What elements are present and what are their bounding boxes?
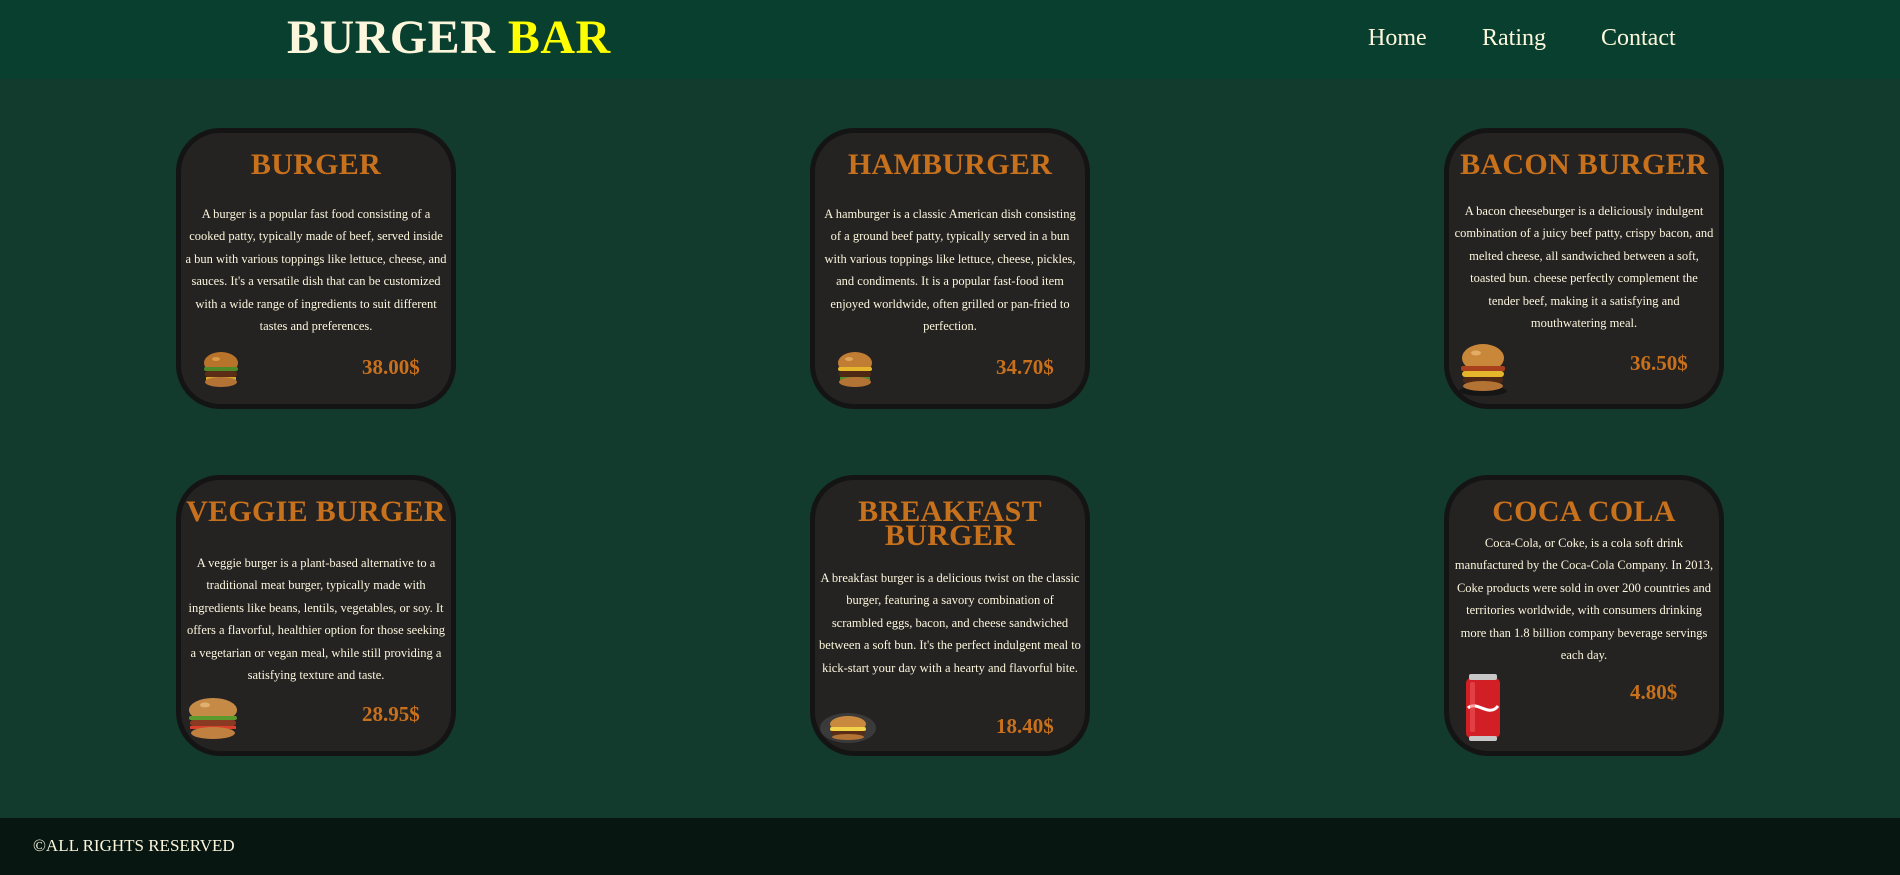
- card-price: 38.00$: [362, 355, 420, 379]
- menu-card: BREAKFAST BURGER A breakfast burger is a…: [810, 475, 1090, 756]
- card-title: VEGGIE BURGER: [186, 495, 446, 528]
- cola-can-icon: [1466, 674, 1500, 741]
- menu-card: BURGER A burger is a popular fast food c…: [176, 128, 456, 409]
- menu-card: BACON BURGER A bacon cheeseburger is a d…: [1444, 128, 1724, 409]
- brand-name: BURGER: [287, 11, 496, 64]
- card-description: A breakfast burger is a delicious twist …: [819, 571, 1081, 675]
- veggie-burger-icon: [189, 698, 237, 739]
- card-title: BACON BURGER: [1460, 148, 1708, 181]
- card-price: 28.95$: [362, 702, 420, 726]
- card-price: 18.40$: [996, 714, 1054, 738]
- brand-accent: BAR: [507, 11, 611, 64]
- nav-link-home[interactable]: Home: [1368, 22, 1427, 54]
- card-description: A veggie burger is a plant-based alterna…: [186, 556, 446, 683]
- card-title: BREAKFAST BURGER: [858, 495, 1042, 552]
- burger-icon: [204, 352, 238, 387]
- card-description: A bacon cheeseburger is a deliciously in…: [1454, 204, 1714, 331]
- card-price: 34.70$: [996, 355, 1054, 379]
- menu-card: COCA COLA Coca-Cola, or Coke, is a cola …: [1444, 475, 1724, 756]
- card-price: 36.50$: [1630, 351, 1688, 375]
- breakfast-burger-icon: [820, 713, 876, 743]
- site-footer: ©ALL RIGHTS RESERVED: [0, 818, 1900, 875]
- nav-link-rating[interactable]: Rating: [1482, 22, 1546, 54]
- card-description: A hamburger is a classic American dish c…: [824, 207, 1076, 334]
- card-title: HAMBURGER: [847, 148, 1053, 181]
- card-title: COCA COLA: [1492, 495, 1676, 528]
- copyright-text: ©ALL RIGHTS RESERVED: [33, 836, 235, 855]
- card-description: Coca-Cola, or Coke, is a cola soft drink…: [1454, 536, 1714, 663]
- menu-card: HAMBURGER A hamburger is a classic Ameri…: [810, 128, 1090, 409]
- card-title: BURGER: [250, 148, 382, 181]
- hamburger-icon: [838, 352, 872, 387]
- site-header: BURGER BAR Home Rating Contact: [0, 0, 1900, 79]
- bacon-burger-icon: [1459, 344, 1507, 396]
- brand-logo[interactable]: BURGER BAR: [287, 10, 611, 66]
- card-description: A burger is a popular fast food consisti…: [185, 207, 447, 334]
- menu-card: VEGGIE BURGER A veggie burger is a plant…: [176, 475, 456, 756]
- card-price: 4.80$: [1630, 680, 1678, 704]
- nav-link-contact[interactable]: Contact: [1601, 22, 1676, 54]
